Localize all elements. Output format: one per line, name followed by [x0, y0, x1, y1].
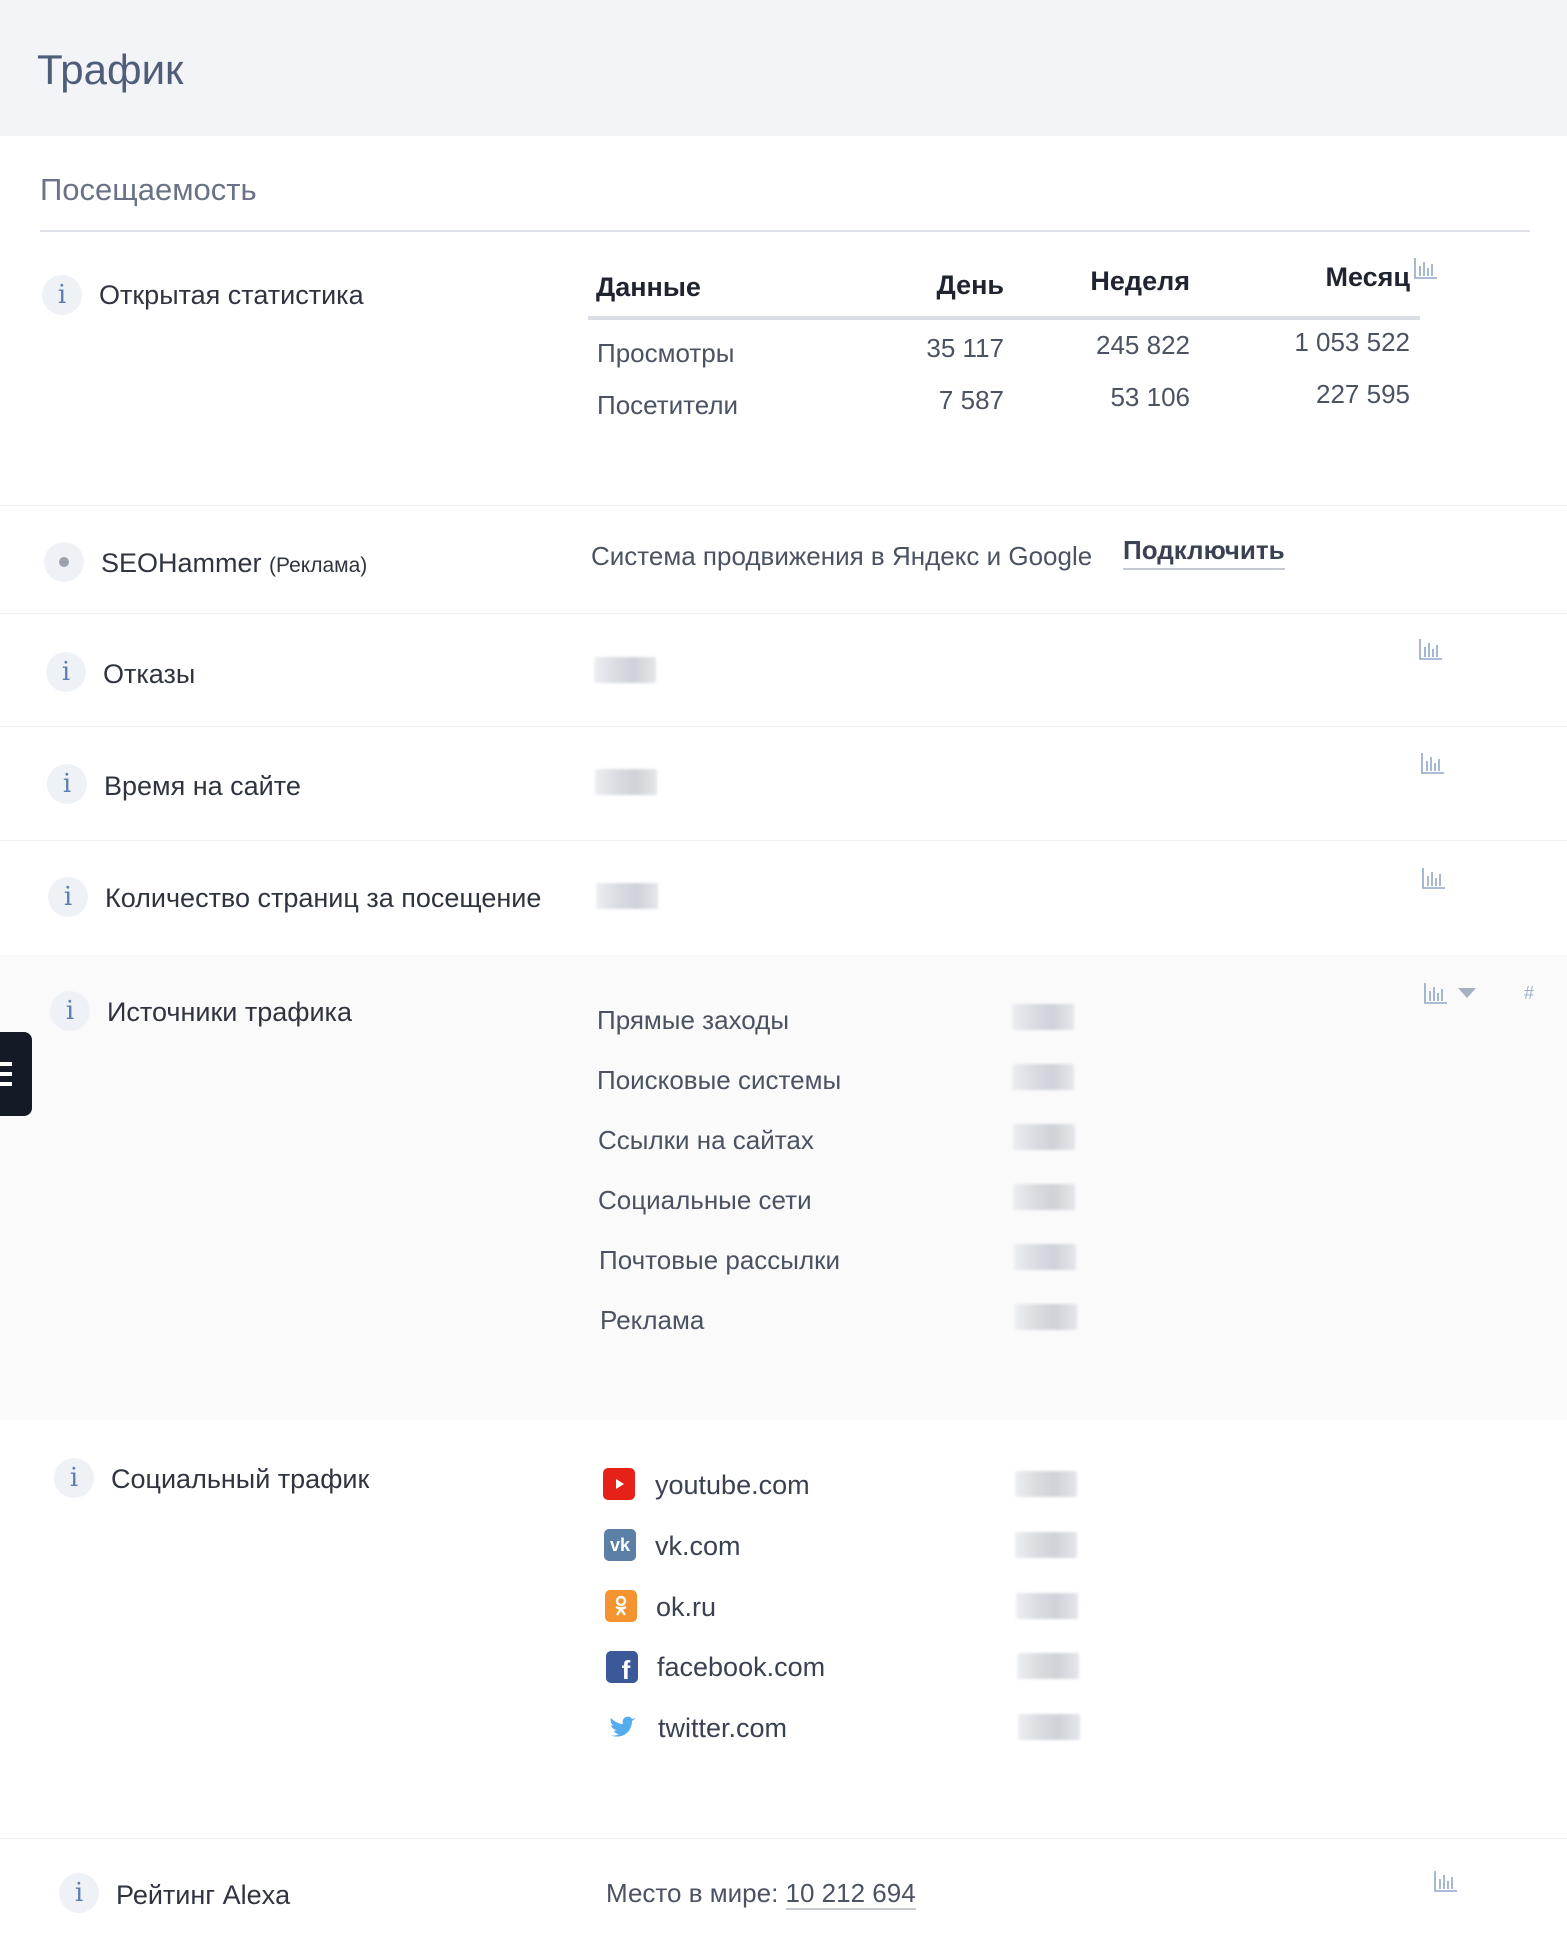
section-title: Посещаемость — [40, 172, 257, 207]
hidden-value — [1012, 1004, 1074, 1030]
bounce-rate-label: Отказы — [103, 659, 196, 689]
row-divider — [0, 726, 1567, 727]
hidden-value — [595, 769, 657, 795]
info-icon[interactable]: i — [46, 652, 86, 692]
hidden-value — [594, 657, 656, 683]
alexa-place-label: Место в мире: — [606, 1878, 779, 1908]
row-divider — [0, 613, 1567, 614]
row-week-value: 53 106 — [1110, 382, 1190, 412]
traffic-sources-label: Источники трафика — [107, 997, 352, 1027]
row-name: Посетители — [597, 390, 739, 420]
row-day-value: 35 117 — [926, 333, 1004, 363]
seohammer-label: SEOHammer (Реклама) — [101, 548, 367, 579]
row-week-value: 245 822 — [1096, 330, 1190, 360]
hidden-value — [1018, 1714, 1080, 1740]
traffic-source-item: Социальные сети — [598, 1185, 812, 1215]
chart-icon[interactable] — [1418, 637, 1444, 661]
social-traffic-label: Социальный трафик — [111, 1464, 370, 1494]
column-header-month: Месяц — [1325, 262, 1410, 292]
info-icon[interactable]: i — [42, 275, 82, 315]
ok-icon — [605, 1590, 637, 1622]
row-divider — [0, 1838, 1567, 1839]
alexa-place-value[interactable]: 10 212 694 — [785, 1878, 916, 1910]
hidden-value — [1012, 1064, 1074, 1090]
alexa-rank: Место в мире: 10 212 694 — [606, 1878, 916, 1910]
pages-per-visit-label: Количество страниц за посещение — [105, 883, 542, 913]
chart-icon[interactable] — [1433, 1869, 1459, 1893]
column-header-data: Данные — [596, 272, 701, 302]
side-menu-toggle[interactable] — [0, 1032, 32, 1116]
twitter-icon — [607, 1712, 639, 1744]
connect-link[interactable]: Подключить — [1123, 535, 1285, 570]
row-divider — [0, 840, 1567, 841]
row-name: Просмотры — [597, 338, 735, 368]
social-site-name: facebook.com — [657, 1652, 826, 1682]
vk-icon: vk — [604, 1529, 636, 1561]
traffic-source-item: Реклама — [600, 1305, 705, 1335]
row-month-value: 1 053 522 — [1294, 327, 1410, 357]
row-day-value: 7 587 — [938, 385, 1004, 415]
bullet-icon — [44, 542, 84, 582]
hidden-value — [596, 883, 658, 909]
anchor-link[interactable]: # — [1524, 983, 1534, 1004]
info-icon[interactable]: i — [47, 764, 87, 804]
time-on-site-label: Время на сайте — [104, 771, 301, 801]
info-icon[interactable]: i — [48, 877, 88, 917]
alexa-rating-label: Рейтинг Alexa — [116, 1880, 291, 1910]
chevron-down-icon[interactable] — [1458, 988, 1476, 998]
section-divider — [40, 230, 1530, 232]
social-site-name: youtube.com — [655, 1470, 810, 1500]
column-header-week: Неделя — [1090, 266, 1190, 296]
traffic-source-item: Прямые заходы — [597, 1005, 790, 1035]
hidden-value — [1013, 1124, 1075, 1150]
hidden-value — [1013, 1184, 1075, 1210]
chart-icon[interactable] — [1421, 866, 1447, 890]
info-icon[interactable]: i — [59, 1873, 99, 1913]
open-stats-label: Открытая статистика — [99, 280, 364, 310]
hidden-value — [1017, 1653, 1079, 1679]
traffic-source-item: Поисковые системы — [597, 1065, 842, 1095]
chart-icon[interactable] — [1420, 751, 1446, 775]
info-icon[interactable]: i — [54, 1458, 94, 1498]
row-divider — [0, 505, 1567, 506]
traffic-source-item: Почтовые рассылки — [599, 1245, 841, 1275]
table-header-divider — [588, 316, 1420, 320]
seohammer-name: SEOHammer — [101, 548, 262, 578]
hidden-value — [1015, 1304, 1077, 1330]
page-header: Трафик — [0, 0, 1567, 136]
social-site-name: vk.com — [655, 1531, 741, 1561]
info-icon[interactable]: i — [50, 991, 90, 1031]
traffic-source-item: Ссылки на сайтах — [598, 1125, 814, 1155]
row-month-value: 227 595 — [1316, 379, 1410, 409]
youtube-icon — [603, 1468, 635, 1500]
chart-icon[interactable] — [1413, 256, 1439, 280]
hidden-value — [1015, 1532, 1077, 1558]
social-site-name: twitter.com — [658, 1713, 788, 1743]
hidden-value — [1015, 1471, 1077, 1497]
chart-icon[interactable] — [1423, 981, 1449, 1005]
seohammer-description: Система продвижения в Яндекс и Google — [591, 541, 1093, 571]
hidden-value — [1014, 1244, 1076, 1270]
social-site-name: ok.ru — [656, 1592, 717, 1622]
ad-note: (Реклама) — [269, 554, 368, 577]
facebook-icon: f — [606, 1651, 638, 1683]
hidden-value — [1016, 1593, 1078, 1619]
page-title: Трафик — [37, 46, 184, 93]
column-header-day: День — [936, 270, 1005, 300]
